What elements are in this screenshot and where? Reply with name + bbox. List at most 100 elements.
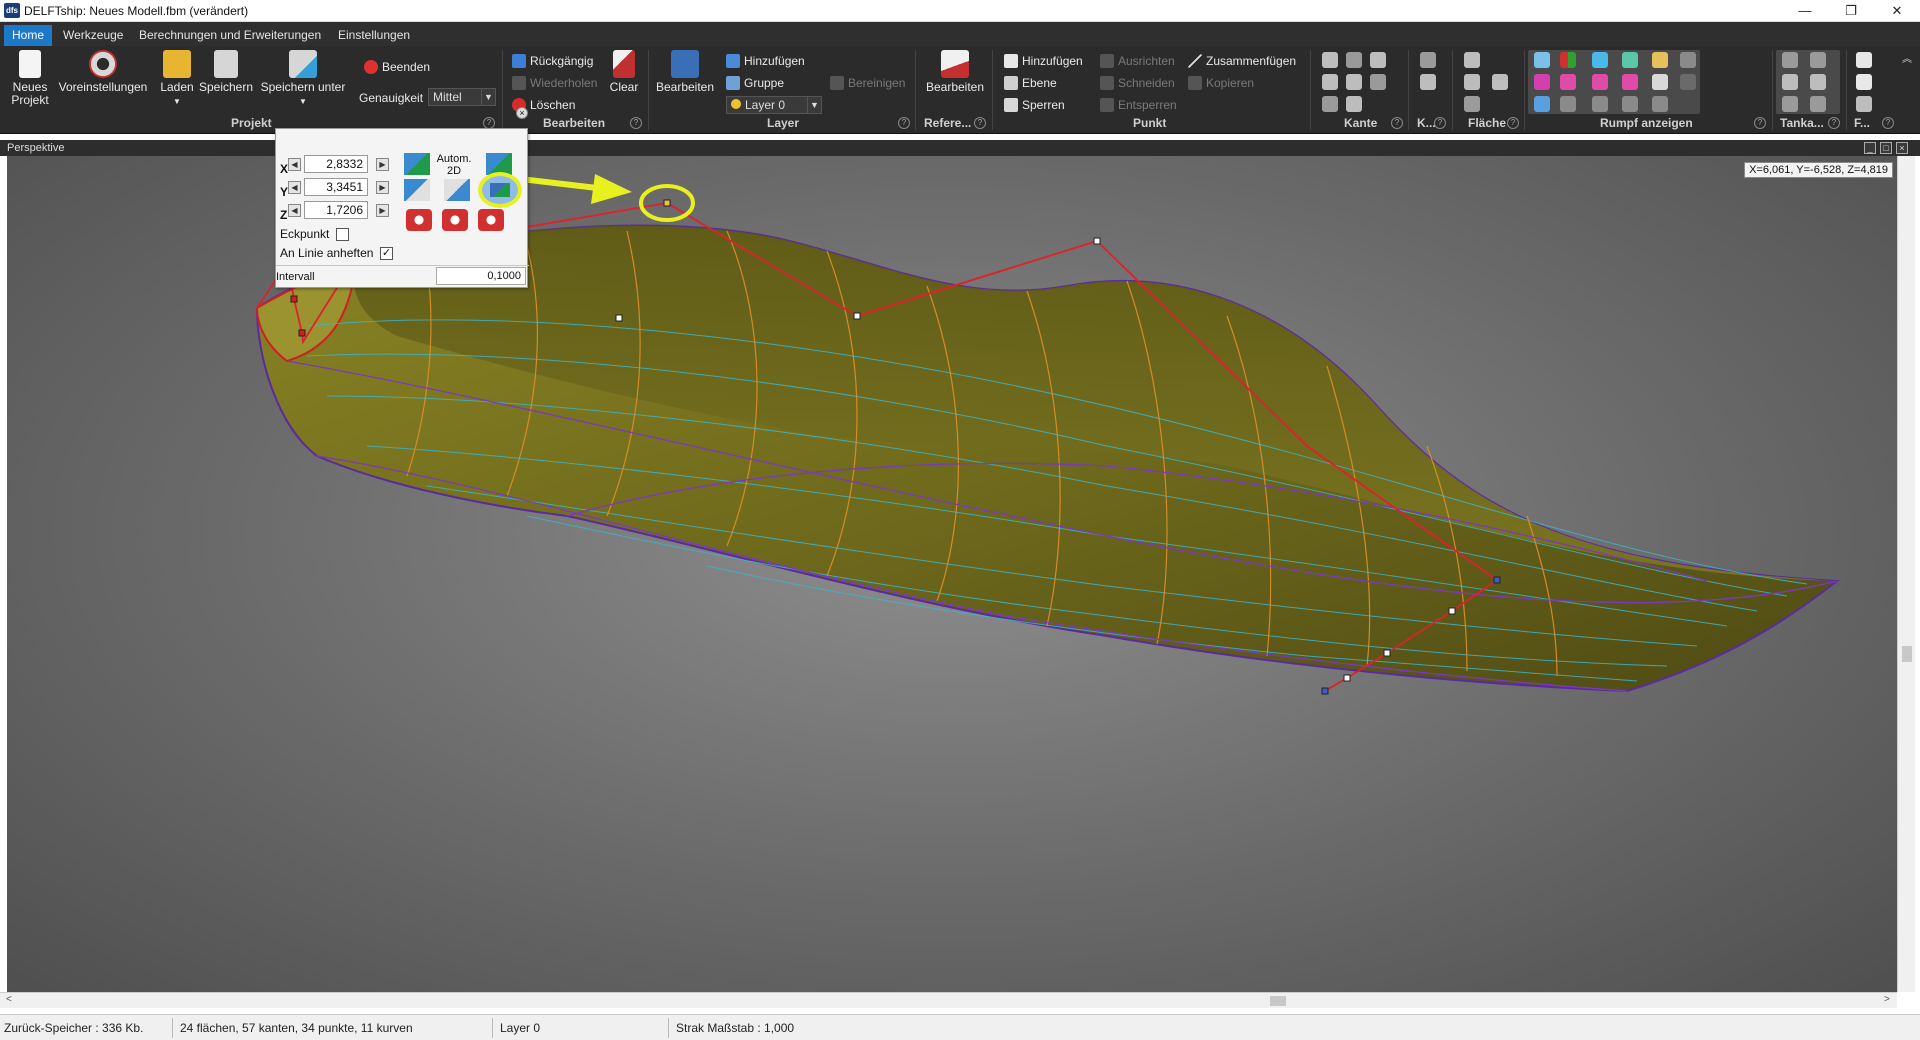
scroll-right-icon[interactable]: > <box>1884 994 1890 1005</box>
viewport-minimize-icon[interactable]: _ <box>1864 142 1876 154</box>
speichern-button[interactable]: Speichern <box>198 50 254 94</box>
horizontal-scrollbar[interactable]: < > <box>0 992 1897 1008</box>
snap-z-button[interactable] <box>478 172 522 208</box>
rueckgaengig-button[interactable]: Rückgängig <box>512 52 593 70</box>
panel-close-icon[interactable]: × <box>516 107 528 119</box>
dialog-launcher-icon[interactable]: ? <box>1507 117 1519 129</box>
minimize-button[interactable]: — <box>1782 0 1828 22</box>
f-edit-icon[interactable] <box>1856 96 1872 112</box>
referenz-bearbeiten-button[interactable]: Bearbeiten <box>922 50 988 94</box>
tank-delete-icon[interactable] <box>1810 96 1826 112</box>
z-increase-button[interactable]: ▶ <box>376 204 389 217</box>
face-add-icon[interactable] <box>1464 52 1480 68</box>
edge-dots-icon[interactable] <box>1346 52 1362 68</box>
x-decrease-button[interactable]: ◀ <box>288 158 301 171</box>
y-decrease-button[interactable]: ◀ <box>288 181 301 194</box>
show-diagonals-icon[interactable] <box>1592 96 1608 112</box>
vertical-scroll-thumb[interactable] <box>1902 646 1912 662</box>
edge-crease-icon[interactable] <box>1346 74 1362 90</box>
show-shade-icon[interactable] <box>1680 74 1696 90</box>
bereinigen-button[interactable]: Bereinigen <box>830 74 905 92</box>
show-interior-icon[interactable] <box>1622 74 1638 90</box>
edge-extrude-icon[interactable] <box>1322 96 1338 112</box>
move-left-icon[interactable] <box>406 209 432 231</box>
show-grid-icon[interactable] <box>1652 74 1668 90</box>
voreinstellungen-button[interactable]: Voreinstellungen <box>54 50 152 94</box>
clear-button[interactable]: Clear <box>606 50 642 94</box>
show-control-net-icon[interactable] <box>1622 52 1638 68</box>
an-linie-checkbox[interactable]: ✓ <box>380 247 393 260</box>
dialog-launcher-icon[interactable]: ? <box>1828 117 1840 129</box>
tab-berechnungen[interactable]: Berechnungen und Erweiterungen <box>131 25 329 46</box>
beenden-button[interactable]: Beenden <box>364 58 430 76</box>
snap-y-icon[interactable] <box>444 179 470 201</box>
punkt-hinzufuegen-button[interactable]: Hinzufügen <box>1004 52 1083 70</box>
tab-einstellungen[interactable]: Einstellungen <box>330 25 418 46</box>
snap-x-icon[interactable] <box>404 179 430 201</box>
tank-edit-icon[interactable] <box>1810 52 1826 68</box>
move-axis-icon[interactable] <box>404 153 430 175</box>
curve-edit-icon[interactable] <box>1420 74 1436 90</box>
tab-home[interactable]: Home <box>4 25 53 46</box>
show-background-icon[interactable] <box>1652 96 1668 112</box>
x-increase-button[interactable]: ▶ <box>376 158 389 171</box>
dialog-launcher-icon[interactable]: ? <box>974 117 986 129</box>
tank-view-icon[interactable] <box>1782 74 1798 90</box>
f-list-icon[interactable] <box>1856 74 1872 90</box>
kopieren-button[interactable]: Kopieren <box>1188 74 1254 92</box>
eckpunkt-checkbox[interactable] <box>336 228 349 241</box>
dialog-launcher-icon[interactable]: ? <box>1754 117 1766 129</box>
wiederholen-button[interactable]: Wiederholen <box>512 74 597 92</box>
viewport-close-icon[interactable]: × <box>1896 142 1908 154</box>
edge-insert-icon[interactable] <box>1370 74 1386 90</box>
show-buttocks-icon[interactable] <box>1592 52 1608 68</box>
show-markers-icon[interactable] <box>1652 52 1668 68</box>
dialog-launcher-icon[interactable]: ? <box>1434 117 1446 129</box>
face-mirror-icon[interactable] <box>1464 96 1480 112</box>
move-right-icon[interactable] <box>478 209 504 231</box>
show-stations-icon[interactable] <box>1560 96 1576 112</box>
tank-copy-icon[interactable] <box>1782 96 1798 112</box>
show-curvature-icon[interactable] <box>1534 74 1550 90</box>
show-normals-icon[interactable] <box>1560 52 1576 68</box>
restore-button[interactable]: ❐ <box>1828 0 1874 22</box>
show-zebra-icon[interactable] <box>1560 74 1576 90</box>
intervall-input[interactable]: 0,1000 <box>436 267 526 285</box>
layer-bearbeiten-button[interactable]: Bearbeiten <box>655 50 715 94</box>
dialog-launcher-icon[interactable]: ? <box>898 117 910 129</box>
edge-connect-icon[interactable] <box>1370 52 1386 68</box>
show-hydro-icon[interactable] <box>1534 96 1550 112</box>
ausrichten-button[interactable]: Ausrichten <box>1100 52 1175 70</box>
edge-split-icon[interactable] <box>1322 74 1338 90</box>
curve-tool-icon[interactable] <box>1420 52 1436 68</box>
sperren-button[interactable]: Sperren <box>1004 96 1065 114</box>
ebene-button[interactable]: Ebene <box>1004 74 1057 92</box>
ribbon-collapse-icon[interactable]: ︽ <box>1902 50 1912 65</box>
z-input[interactable]: 1,7206 <box>304 201 368 219</box>
layer-select[interactable]: Layer 0 ▼ <box>726 96 822 114</box>
show-points-icon[interactable] <box>1534 52 1550 68</box>
face-layer-icon[interactable] <box>1492 74 1508 90</box>
scroll-left-icon[interactable]: < <box>6 994 12 1005</box>
tab-werkzeuge[interactable]: Werkzeuge <box>55 25 131 46</box>
tank-list-icon[interactable] <box>1810 74 1826 90</box>
layer-hinzufuegen-button[interactable]: Hinzufügen <box>726 52 805 70</box>
entsperren-button[interactable]: Entsperren <box>1100 96 1177 114</box>
dialog-launcher-icon[interactable]: ? <box>1391 117 1403 129</box>
edge-tool-icon[interactable] <box>1322 52 1338 68</box>
schneiden-button[interactable]: Schneiden <box>1100 74 1175 92</box>
genauigkeit-select[interactable]: Mittel ▼ <box>428 88 496 106</box>
gruppe-button[interactable]: Gruppe <box>726 74 784 92</box>
y-increase-button[interactable]: ▶ <box>376 181 389 194</box>
z-decrease-button[interactable]: ◀ <box>288 204 301 217</box>
move-center-icon[interactable] <box>442 209 468 231</box>
laden-button[interactable]: Laden ▼ <box>156 50 198 108</box>
y-input[interactable]: 3,3451 <box>304 178 368 196</box>
edge-collapse-icon[interactable] <box>1346 96 1362 112</box>
viewport-maximize-icon[interactable]: □ <box>1880 142 1892 154</box>
show-lines-icon[interactable] <box>1680 52 1696 68</box>
x-input[interactable]: 2,8332 <box>304 155 368 173</box>
show-waterlines-icon[interactable] <box>1592 74 1608 90</box>
vertical-scrollbar[interactable] <box>1897 156 1915 992</box>
zusammenfuegen-button[interactable]: Zusammenfügen <box>1188 52 1296 70</box>
